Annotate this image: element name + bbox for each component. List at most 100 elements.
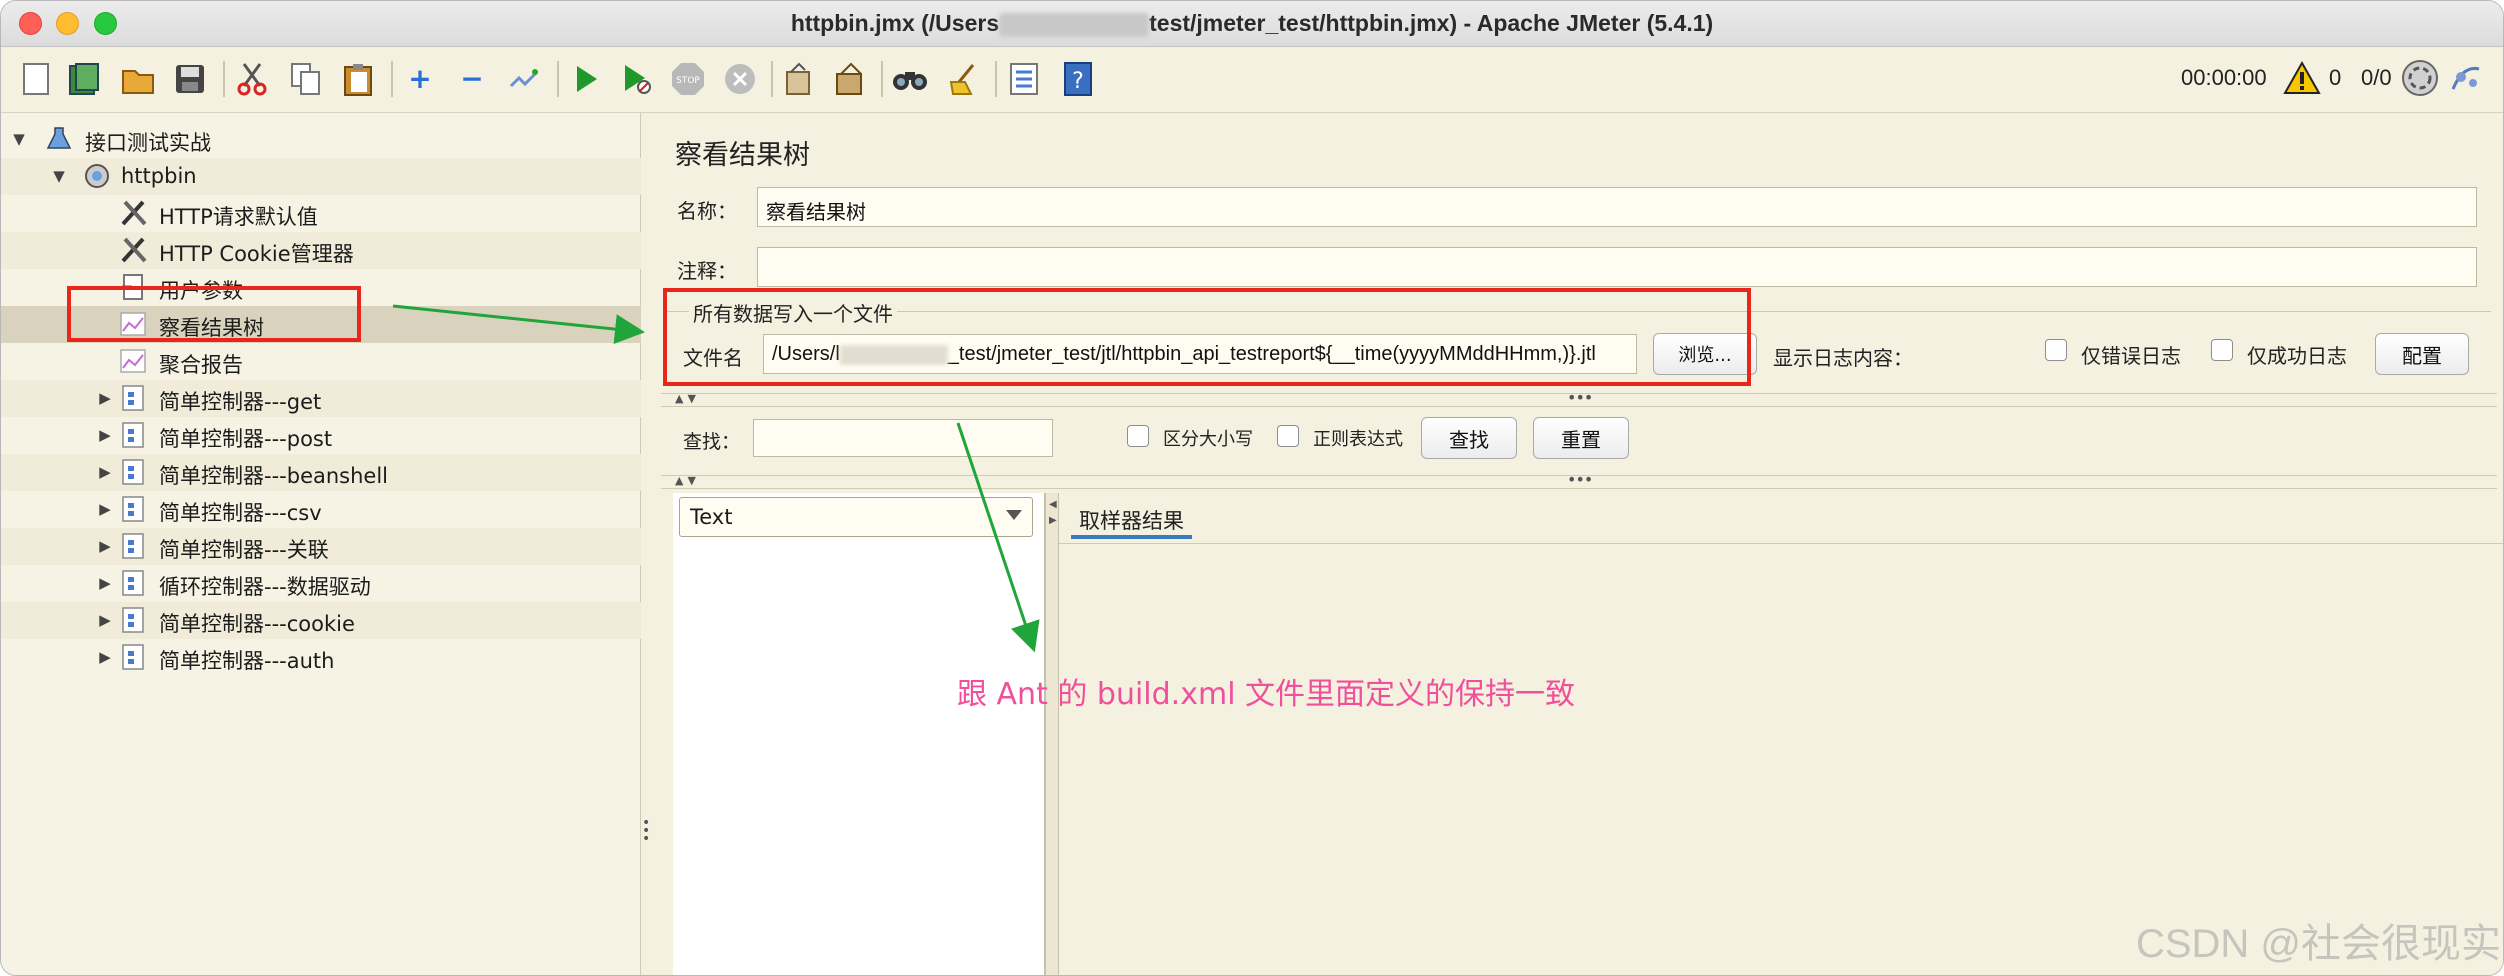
tree-item-label: 简单控制器---cookie xyxy=(159,612,355,636)
tree-item-label: 简单控制器---get xyxy=(159,390,322,414)
watermark: CSDN @社会很现实 xyxy=(2135,922,2501,966)
regex-checkbox[interactable] xyxy=(1277,425,1299,447)
collapsed-arrow-icon[interactable]: ▶ xyxy=(97,427,113,443)
middle-splitter[interactable]: ▲▼ ••• xyxy=(661,470,2497,489)
tree-item-label: 简单控制器---csv xyxy=(159,501,322,525)
view-results-tree-panel: 察看结果树 名称： 察看结果树 注释： 所有数据写入一个文件 文件名 /User… xyxy=(653,113,2503,975)
tree-item[interactable]: ▶ 循环控制器---数据驱动 xyxy=(1,565,641,602)
tree-item[interactable]: ▶ 简单控制器---post xyxy=(1,417,641,454)
tree-item[interactable]: HTTP请求默认值 xyxy=(1,195,641,232)
vertical-splitter-handle[interactable]: • • • xyxy=(642,816,650,849)
save-icon[interactable] xyxy=(171,60,209,98)
shutdown-icon[interactable] xyxy=(721,60,759,98)
collapsed-arrow-icon[interactable]: ▶ xyxy=(97,575,113,591)
config-element-icon xyxy=(119,236,147,264)
test-plan-tree: ▼ 接口测试实战 ▼ httpbin HTTP请求默认值 HTTP Cookie管理器 用户… xyxy=(1,113,641,975)
tree-item[interactable]: ▶ 简单控制器---get xyxy=(1,380,641,417)
collapsed-arrow-icon[interactable]: ▶ xyxy=(97,649,113,665)
controller-icon xyxy=(119,458,147,486)
collapsed-arrow-icon[interactable]: ▶ xyxy=(97,390,113,406)
annotation-note: 跟 Ant 的 build.xml 文件里面定义的保持一致 xyxy=(957,677,1576,712)
success-only-label: 仅成功日志 xyxy=(2247,344,2347,368)
expand-icon[interactable]: + xyxy=(401,60,439,98)
name-field[interactable]: 察看结果树 xyxy=(757,187,2477,227)
result-list-pane: Text xyxy=(673,493,1045,975)
reset-search-icon[interactable] xyxy=(945,60,983,98)
errors-only-label: 仅错误日志 xyxy=(2081,344,2181,368)
tree-item[interactable]: ▶ 简单控制器---cookie xyxy=(1,602,641,639)
tree-item[interactable]: 聚合报告 xyxy=(1,343,641,380)
controller-icon xyxy=(119,532,147,560)
collapsed-arrow-icon[interactable]: ▶ xyxy=(97,538,113,554)
name-label: 名称： xyxy=(677,199,737,223)
collapse-icon[interactable]: − xyxy=(453,60,491,98)
controller-icon xyxy=(119,421,147,449)
tree-item-label: httpbin xyxy=(121,164,197,188)
listener-icon xyxy=(119,347,147,375)
tree-item[interactable]: ▶ 简单控制器---auth xyxy=(1,639,641,676)
stop-icon[interactable]: STOP xyxy=(669,60,707,98)
redacted-username xyxy=(999,12,1150,37)
top-splitter[interactable]: ▲▼ ••• xyxy=(661,388,2497,407)
configure-button[interactable]: 配置 xyxy=(2375,333,2469,375)
controller-icon xyxy=(119,643,147,671)
jmeter-window: httpbin.jmx (/Users test/jmeter_test/http… xyxy=(0,0,2504,976)
comment-field[interactable] xyxy=(757,247,2477,287)
tree-item[interactable]: ▶ 简单控制器---关联 xyxy=(1,528,641,565)
controller-icon xyxy=(119,569,147,597)
expanded-arrow-icon[interactable]: ▼ xyxy=(11,131,27,147)
copy-icon[interactable] xyxy=(287,60,325,98)
renderer-selected-value: Text xyxy=(690,505,733,529)
warning-count: 0 xyxy=(2329,65,2342,90)
tree-item-label: 接口测试实战 xyxy=(85,131,211,155)
collapsed-arrow-icon[interactable]: ▶ xyxy=(97,612,113,628)
highlight-view-results-tree xyxy=(67,286,361,342)
tree-item-label: 聚合报告 xyxy=(159,353,243,377)
tree-item[interactable]: ▼ 接口测试实战 xyxy=(1,121,641,158)
find-button[interactable]: 查找 xyxy=(1421,417,1517,459)
case-sensitive-label: 区分大小写 xyxy=(1163,429,1253,450)
tree-item[interactable]: ▶ 简单控制器---csv xyxy=(1,491,641,528)
start-no-pause-icon[interactable] xyxy=(617,60,655,98)
open-icon[interactable] xyxy=(119,60,157,98)
function-helper-icon[interactable] xyxy=(1005,60,1043,98)
tree-item[interactable]: HTTP Cookie管理器 xyxy=(1,232,641,269)
case-sensitive-checkbox[interactable] xyxy=(1127,425,1149,447)
warning-icon[interactable] xyxy=(2283,59,2321,97)
test-plan-icon xyxy=(45,125,73,153)
log-viewer-icon[interactable] xyxy=(2447,59,2485,97)
window-title-prefix: httpbin.jmx (/Users xyxy=(790,10,1000,36)
renderer-select[interactable]: Text xyxy=(679,497,1033,537)
paste-icon[interactable] xyxy=(339,60,377,98)
toggle-icon[interactable] xyxy=(505,60,543,98)
templates-icon[interactable] xyxy=(65,60,103,98)
cut-icon[interactable] xyxy=(233,60,271,98)
result-pane-splitter[interactable]: ◀ ▶ xyxy=(1045,493,1059,975)
tree-item[interactable]: ▼ httpbin xyxy=(1,158,641,195)
errors-only-checkbox[interactable] xyxy=(2045,339,2067,361)
collapsed-arrow-icon[interactable]: ▶ xyxy=(97,501,113,517)
chevron-down-icon xyxy=(1006,510,1022,520)
collapsed-arrow-icon[interactable]: ▶ xyxy=(97,464,113,480)
clear-all-icon[interactable] xyxy=(831,60,869,98)
window-title: httpbin.jmx (/Users test/jmeter_test/http… xyxy=(1,10,2503,37)
new-icon[interactable] xyxy=(17,60,55,98)
tree-item-label: 循环控制器---数据驱动 xyxy=(159,575,371,599)
thread-ratio: 0/0 xyxy=(2361,65,2392,90)
tab-sampler-result[interactable]: 取样器结果 xyxy=(1071,499,1192,539)
help-icon[interactable]: ? xyxy=(1059,60,1097,98)
thread-group-icon xyxy=(83,162,111,190)
search-input[interactable] xyxy=(753,419,1053,457)
thread-status-icon xyxy=(2401,59,2439,97)
tree-item[interactable]: ▶ 简单控制器---beanshell xyxy=(1,454,641,491)
elapsed-time: 00:00:00 xyxy=(2181,65,2267,90)
clear-icon[interactable] xyxy=(779,60,817,98)
controller-icon xyxy=(119,384,147,412)
svg-text:STOP: STOP xyxy=(676,76,700,86)
success-only-checkbox[interactable] xyxy=(2211,339,2233,361)
reset-button[interactable]: 重置 xyxy=(1533,417,1629,459)
regex-label: 正则表达式 xyxy=(1313,429,1403,450)
start-icon[interactable] xyxy=(567,60,605,98)
search-icon[interactable] xyxy=(891,60,929,98)
expanded-arrow-icon[interactable]: ▼ xyxy=(51,168,67,184)
